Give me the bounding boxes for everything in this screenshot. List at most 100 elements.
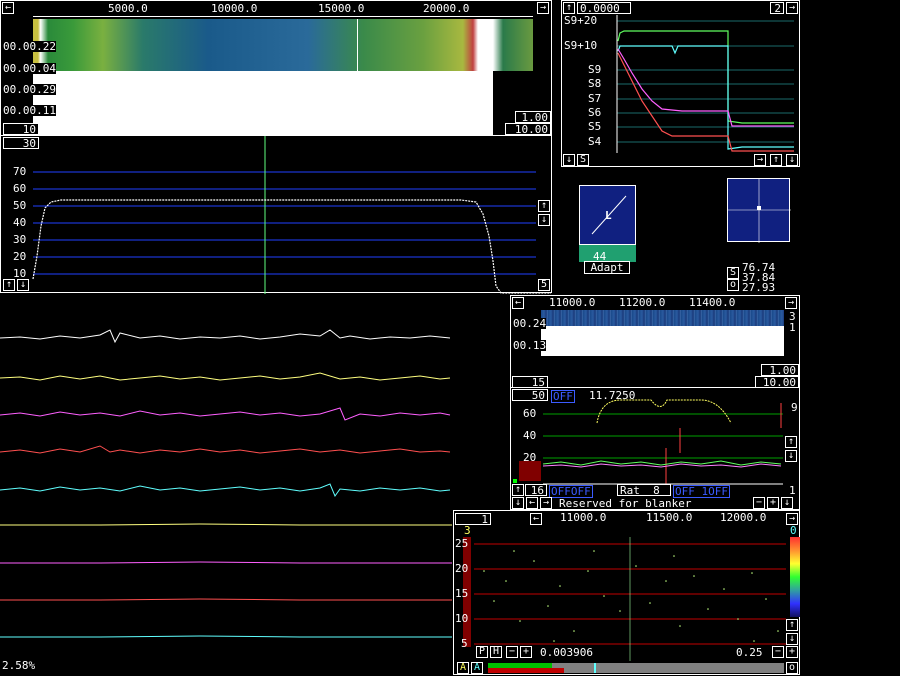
polar-o-button[interactable]: o xyxy=(727,279,739,291)
smeter-scroll-up-button[interactable]: ↑ xyxy=(770,154,782,166)
adapt-letter: L xyxy=(605,209,612,222)
main-spectrum-panel: 30 70 60 50 40 30 20 10 ↑ ↓ ↑ ↓ 5 xyxy=(0,135,553,294)
smeter-scroll-down-button[interactable]: ↓ xyxy=(786,154,798,166)
freq-tick-label: 11200.0 xyxy=(619,296,666,309)
smeter-trace-green xyxy=(617,30,794,124)
spectrum-y-tick: 20 xyxy=(13,250,27,263)
polar-panel: S o 76.74 37.84 27.93 xyxy=(727,178,791,293)
waterfall-gain-box[interactable]: 1.00 xyxy=(515,111,551,123)
waterfall-time-label: 00.00.29 xyxy=(3,83,56,96)
hires-up-button[interactable]: ↑ xyxy=(786,619,798,631)
baseband-shift-up-button[interactable]: ↑ xyxy=(512,484,524,496)
spectrum-y-tick: 30 xyxy=(13,233,27,246)
hires-a1-button[interactable]: A xyxy=(457,662,469,674)
waterfall-frequency-ruler[interactable]: 5000.0 10000.0 15000.0 20000.0 xyxy=(33,3,533,17)
hires-y-tick: 25 xyxy=(455,537,469,550)
baseband-right-button[interactable]: → xyxy=(540,497,552,509)
hires-y-tick: 10 xyxy=(455,612,469,625)
smeter-trace-red xyxy=(617,52,794,152)
rat-label: Rat xyxy=(620,484,640,497)
oscilloscope-traces xyxy=(0,329,452,638)
freq-tick-label: 11000.0 xyxy=(549,296,596,309)
adapt-panel: L 44 Adapt xyxy=(579,185,636,275)
baseband-frequency-ruler[interactable]: 11000.0 11200.0 11400.0 xyxy=(541,297,784,309)
waterfall-zero-box[interactable]: 10.00 xyxy=(505,123,551,135)
hires-a2-button[interactable]: A xyxy=(471,662,483,674)
trace-cyan xyxy=(0,483,451,498)
hires-down-button[interactable]: ↓ xyxy=(786,633,798,645)
hires-o-button[interactable]: o xyxy=(786,662,798,674)
trace-red xyxy=(0,445,451,454)
spectrum-shift-down-button[interactable]: ↓ xyxy=(17,279,29,291)
baseband-gain-box[interactable]: 1.00 xyxy=(761,364,799,376)
waterfall-averaging-box[interactable]: 10 xyxy=(3,123,39,135)
hires-level-marker xyxy=(594,663,596,673)
hires-minus-button[interactable]: − xyxy=(506,646,518,658)
spectrum-down-button[interactable]: ↓ xyxy=(538,214,550,226)
baseband-left-button[interactable]: ← xyxy=(526,497,538,509)
waterfall-cursor-line xyxy=(357,19,358,71)
hires-plus-button[interactable]: + xyxy=(520,646,532,658)
baseband-rat-box[interactable]: Rat 8 xyxy=(617,484,671,496)
spectrum-gain-box[interactable]: 5 xyxy=(538,279,550,291)
baseband-filter-shape xyxy=(596,399,732,424)
baseband-scroll-left-button[interactable]: ← xyxy=(512,297,524,309)
spectrum-y-tick: 60 xyxy=(13,182,27,195)
hires-h-button[interactable]: H xyxy=(490,646,502,658)
trace-white xyxy=(0,329,451,344)
baseband-down2-button[interactable]: ↓ xyxy=(781,497,793,509)
spectrum-grid xyxy=(33,171,536,275)
baseband-waterfall-panel: ← → 11000.0 11200.0 11400.0 00.24 00.13 … xyxy=(510,295,800,388)
spectrum-graph[interactable] xyxy=(1,136,553,294)
hires-level-bar[interactable] xyxy=(488,663,784,673)
baseband-time-label: 00.24 xyxy=(513,317,547,330)
waterfall-scroll-left-button[interactable]: ← xyxy=(2,2,14,14)
freq-tick-label: 10000.0 xyxy=(211,2,258,15)
trace-cyan-flat xyxy=(0,635,452,638)
polar-s-button[interactable]: S xyxy=(727,267,739,279)
spectrum-up-button[interactable]: ↑ xyxy=(538,200,550,212)
baseband-history-blank xyxy=(541,326,784,356)
reserved-for-blanker-label: Reserved for blanker xyxy=(559,497,692,510)
trace-yellow-flat xyxy=(0,523,452,526)
baseband-up-button[interactable]: ↑ xyxy=(785,436,797,448)
baseband-down-button[interactable]: ↓ xyxy=(785,450,797,462)
main-waterfall-panel: ← → 5000.0 10000.0 15000.0 20000.0 00.00… xyxy=(0,0,552,136)
trace-yellow xyxy=(0,372,451,381)
hires-plus2-button[interactable]: + xyxy=(786,646,798,658)
baseband-right-number: 9 xyxy=(791,401,798,414)
hires-minus2-button[interactable]: − xyxy=(772,646,784,658)
baseband-bandwidth-box[interactable]: 16 xyxy=(525,484,547,496)
spectrum-shift-up-button[interactable]: ↑ xyxy=(3,279,15,291)
baseband-waterfall-display[interactable] xyxy=(541,310,784,326)
rat-value: 8 xyxy=(653,484,660,497)
baseband-y-tick: 40 xyxy=(523,429,537,442)
baseband-minus-button[interactable]: − xyxy=(753,497,765,509)
hires-bottom-value: 0.003906 xyxy=(540,646,593,659)
baseband-plus-button[interactable]: + xyxy=(767,497,779,509)
hires-p-button[interactable]: P xyxy=(476,646,488,658)
hires-y-tick: 15 xyxy=(455,587,469,600)
smeter-scroll-right-button[interactable]: → xyxy=(754,154,766,166)
adapt-display[interactable]: L xyxy=(579,185,636,245)
smeter-panel: ↑ 0.0000 2 → S9+20 S9+10 S9 S8 S7 S6 S5 … xyxy=(561,0,800,167)
hires-panel: 1 ← → 11000.0 11500.0 12000.0 3 0 25 20 … xyxy=(453,510,800,675)
trace-magenta-flat xyxy=(0,561,452,564)
baseband-right-number: 1 xyxy=(789,484,796,497)
smeter-down-button[interactable]: ↓ xyxy=(563,154,575,166)
waterfall-display[interactable] xyxy=(33,19,533,71)
spectrum-y-tick: 10 xyxy=(13,267,27,280)
smeter-mode-button[interactable]: S xyxy=(577,154,589,166)
waterfall-scroll-right-button[interactable]: → xyxy=(537,2,549,14)
hires-y-tick: 20 xyxy=(455,562,469,575)
polar-display[interactable] xyxy=(727,178,791,243)
baseband-shift-down-button[interactable]: ↓ xyxy=(512,497,524,509)
adapt-button[interactable]: Adapt xyxy=(584,261,630,274)
waterfall-time-label: 00.00.04 xyxy=(3,62,56,75)
freq-tick-label: 5000.0 xyxy=(108,2,148,15)
baseband-trace-green xyxy=(542,460,782,466)
baseband-y-tick: 60 xyxy=(523,407,537,420)
baseband-red-block xyxy=(519,461,541,481)
hires-y-tick: 5 xyxy=(461,637,468,650)
baseband-scroll-right-button[interactable]: → xyxy=(785,297,797,309)
